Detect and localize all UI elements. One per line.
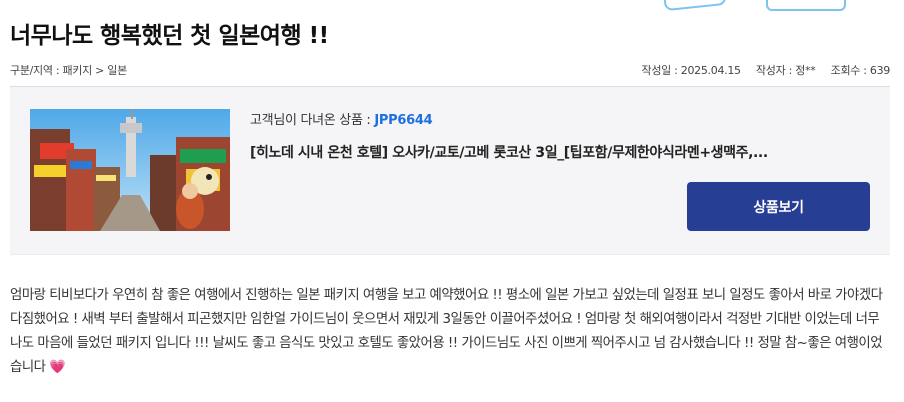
post-meta: 구분/지역 : 패키지 > 일본 작성일 : 2025.04.15 작성자 : … bbox=[10, 62, 890, 78]
view-product-button[interactable]: 상품보기 bbox=[687, 182, 870, 231]
post-date: 작성일 : 2025.04.15 bbox=[641, 64, 742, 77]
product-info: 고객님이 다녀온 상품 : JPP6644 [히노데 시내 온천 호텔] 오사카… bbox=[250, 109, 870, 162]
post-info: 작성일 : 2025.04.15 작성자 : 정** 조회수 : 639 bbox=[630, 62, 891, 78]
review-text: 엄마랑 티비보다가 우연히 참 좋은 여행에서 진행하는 일본 패키지 여행을 … bbox=[10, 288, 883, 375]
product-card: 고객님이 다녀온 상품 : JPP6644 [히노데 시내 온천 호텔] 오사카… bbox=[10, 87, 890, 255]
heart-emoji: 💗 bbox=[49, 360, 66, 375]
view-count: 조회수 : 639 bbox=[830, 64, 891, 77]
review-body: 엄마랑 티비보다가 우연히 참 좋은 여행에서 진행하는 일본 패키지 여행을 … bbox=[10, 284, 890, 380]
product-thumbnail[interactable] bbox=[30, 109, 230, 231]
product-code-line: 고객님이 다녀온 상품 : JPP6644 bbox=[250, 109, 870, 128]
product-name-link[interactable]: [히노데 시내 온천 호텔] 오사카/교토/고베 롯코산 3일_[팁포함/무제한… bbox=[250, 142, 870, 162]
category-breadcrumb: 구분/지역 : 패키지 > 일본 bbox=[10, 64, 127, 77]
product-code-label: 고객님이 다녀온 상품 : bbox=[250, 113, 375, 128]
page-title: 너무나도 행복했던 첫 일본여행 !! bbox=[10, 23, 329, 49]
post-author: 작성자 : 정** bbox=[755, 64, 816, 77]
decoration-shape bbox=[766, 0, 846, 11]
product-code[interactable]: JPP6644 bbox=[374, 113, 432, 128]
decoration-shape bbox=[663, 0, 727, 12]
